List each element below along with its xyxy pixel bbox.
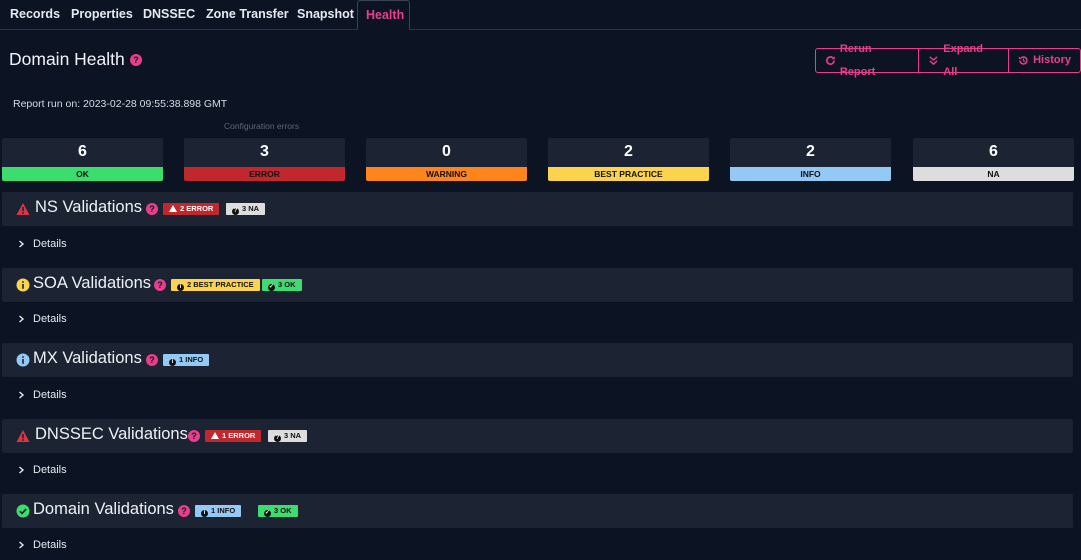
rerun-report-label: Rerun Report <box>839 42 876 78</box>
details-label: Details <box>33 539 67 551</box>
summary-count: 0 <box>442 143 451 160</box>
history-button[interactable]: History <box>1008 49 1080 72</box>
summary-label: BEST PRACTICE <box>548 167 709 181</box>
section-ns-validations[interactable]: NS Validations ? 2 ERROR ? 3 NA <box>2 192 1073 226</box>
summary-count: 6 <box>78 143 87 160</box>
summary-label: OK <box>2 167 163 181</box>
report-run-timestamp: Report run on: 2023-02-28 09:55:38.898 G… <box>13 98 228 110</box>
summary-card-na[interactable]: 6 NA <box>913 138 1074 181</box>
summary-label: WARNING <box>366 167 527 181</box>
summary-card-ok[interactable]: 6 OK <box>2 138 163 181</box>
summary-card-best-practice[interactable]: 2 BEST PRACTICE <box>548 138 709 181</box>
summary-count: 2 <box>806 143 815 160</box>
info-badge: i1 INFO <box>163 354 210 366</box>
section-title: DNSSEC Validations <box>35 425 188 443</box>
info-circle-blue-icon <box>16 353 30 367</box>
refresh-icon <box>826 56 835 65</box>
tab-dnssec[interactable]: DNSSEC <box>135 0 203 30</box>
summary-card-info[interactable]: 2 INFO <box>730 138 891 181</box>
action-button-group: Rerun Report Expand All History <box>815 43 1081 78</box>
expand-all-label: Expand All <box>943 42 983 78</box>
double-chevron-down-icon <box>929 56 938 66</box>
expand-all-button[interactable]: Expand All <box>918 43 1008 78</box>
chevron-right-icon <box>19 466 25 474</box>
summary-label: INFO <box>730 167 891 181</box>
section-title: MX Validations <box>33 349 142 367</box>
na-badge: ? 3 NA <box>226 203 266 215</box>
section-domain-validations[interactable]: Domain Validations ? i1 INFO ✓ 3 OK <box>2 494 1073 528</box>
chevron-right-icon <box>19 541 25 549</box>
section-title: SOA Validations <box>33 274 152 292</box>
section-dnssec-validations[interactable]: DNSSEC Validations ? 1 ERROR ? 3 NA <box>2 419 1073 453</box>
history-icon <box>1019 56 1028 65</box>
summary-card-warning[interactable]: 0 WARNING <box>366 138 527 181</box>
warning-triangle-icon <box>16 430 30 442</box>
tooltip-text: Configuration errors <box>224 121 300 131</box>
help-icon[interactable]: ? <box>146 203 158 215</box>
help-icon[interactable]: ? <box>188 430 200 442</box>
section-title: Domain Validations <box>33 500 174 518</box>
details-toggle[interactable]: Details <box>18 464 67 476</box>
help-icon[interactable]: ? <box>130 54 142 66</box>
summary-card-error[interactable]: 3 ERROR <box>184 138 345 181</box>
details-label: Details <box>33 238 67 250</box>
section-title: NS Validations <box>35 198 143 216</box>
details-label: Details <box>33 464 67 476</box>
ok-badge: ✓ 3 OK <box>262 279 302 291</box>
summary-count: 3 <box>260 143 269 160</box>
tab-properties[interactable]: Properties <box>63 0 141 30</box>
chevron-right-icon <box>19 240 25 248</box>
help-icon[interactable]: ? <box>154 279 166 291</box>
tab-zone-transfer[interactable]: Zone Transfer <box>198 0 297 30</box>
help-icon[interactable]: ? <box>146 354 158 366</box>
warning-triangle-icon <box>16 203 30 215</box>
summary-count: 6 <box>989 143 998 160</box>
section-soa-validations[interactable]: SOA Validations ? i2 BEST PRACTICE ✓ 3 OK <box>2 268 1073 302</box>
tab-bar: Records Properties DNSSEC Zone Transfer … <box>0 0 1081 30</box>
section-mx-validations[interactable]: MX Validations ? i1 INFO <box>2 343 1073 377</box>
ok-badge: ✓ 3 OK <box>258 505 298 517</box>
error-badge: 1 ERROR <box>205 430 262 442</box>
details-label: Details <box>33 313 67 325</box>
error-badge: 2 ERROR <box>163 203 220 215</box>
summary-count: 2 <box>624 143 633 160</box>
info-circle-yellow-icon <box>16 278 30 292</box>
chevron-right-icon <box>19 315 25 323</box>
tab-health[interactable]: Health <box>357 0 410 30</box>
info-badge: i1 INFO <box>195 505 242 517</box>
tab-snapshot[interactable]: Snapshot <box>289 0 362 30</box>
tab-records[interactable]: Records <box>2 0 68 30</box>
best-practice-badge: i2 BEST PRACTICE <box>171 279 260 291</box>
details-toggle[interactable]: Details <box>18 539 67 551</box>
help-icon[interactable]: ? <box>178 505 190 517</box>
na-badge: ? 3 NA <box>268 430 308 442</box>
rerun-report-button[interactable]: Rerun Report <box>816 43 918 78</box>
details-toggle[interactable]: Details <box>18 238 67 250</box>
history-label: History <box>1033 54 1071 66</box>
chevron-right-icon <box>19 391 25 399</box>
details-toggle[interactable]: Details <box>18 313 67 325</box>
details-toggle[interactable]: Details <box>18 389 67 401</box>
summary-label: ERROR <box>184 167 345 181</box>
check-circle-icon <box>16 504 30 518</box>
summary-label: NA <box>913 167 1074 181</box>
details-label: Details <box>33 389 67 401</box>
page-title: Domain Health <box>9 49 125 69</box>
